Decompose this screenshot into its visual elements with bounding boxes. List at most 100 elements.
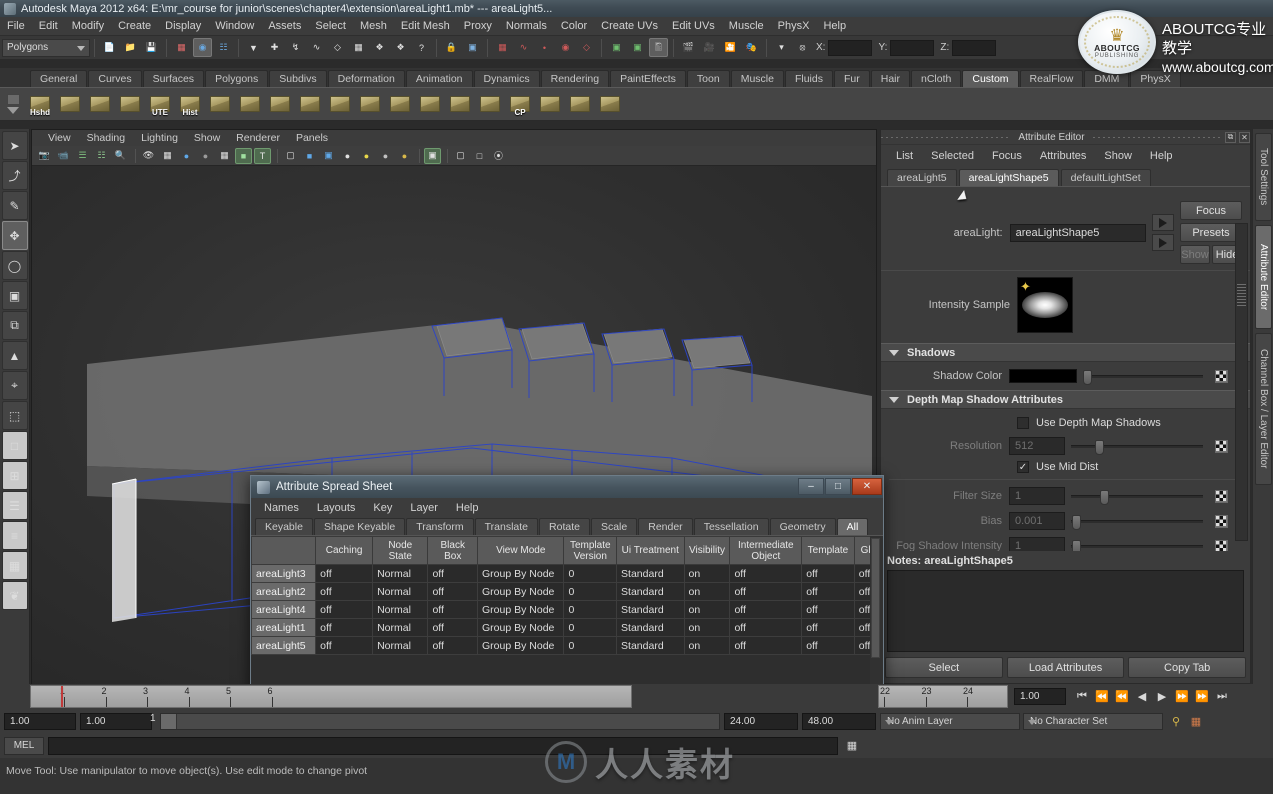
column-header-visibility[interactable]: Visibility <box>683 536 731 565</box>
two-d-pan-zoom-icon[interactable]: 🔍 <box>112 148 129 164</box>
table-cell[interactable]: Standard <box>616 636 685 655</box>
spreadsheet-tab-tessellation[interactable]: Tessellation <box>693 518 769 535</box>
menu-edit-uvs[interactable]: Edit UVs <box>665 18 722 35</box>
step-back-key-button[interactable]: ⏪ <box>1092 688 1112 706</box>
select-by-component-type-icon[interactable]: ☷ <box>214 38 233 57</box>
viewport-menu-panels[interactable]: Panels <box>288 132 336 144</box>
table-cell[interactable]: 0 <box>563 618 618 637</box>
coord-x-input[interactable] <box>828 39 873 56</box>
snap-to-view-planes-icon[interactable]: ◇ <box>577 38 596 57</box>
table-cell[interactable]: off <box>729 600 803 619</box>
snap-to-point-icon[interactable]: • <box>535 38 554 57</box>
table-cell[interactable]: off <box>427 564 478 583</box>
ute-shelf-icon[interactable]: UTE <box>146 90 174 118</box>
spreadsheet-tab-rotate[interactable]: Rotate <box>539 518 590 535</box>
auto-key-button[interactable]: ⚲ <box>1166 712 1186 730</box>
show-button[interactable]: Show <box>1180 245 1210 264</box>
spreadsheet-tab-shape-keyable[interactable]: Shape Keyable <box>313 518 406 535</box>
fog-shadow-intensity-map-button[interactable] <box>1215 539 1228 551</box>
ae-tab-arealight5[interactable]: areaLight5 <box>887 169 957 186</box>
select-by-object-type-icon[interactable]: ◉ <box>193 38 212 57</box>
vtab-tool-settings[interactable]: Tool Settings <box>1255 133 1272 221</box>
hist-shelf-icon[interactable]: Hist <box>176 90 204 118</box>
table-cell[interactable]: off <box>315 564 374 583</box>
column-header-row[interactable] <box>251 536 317 565</box>
menu-physx[interactable]: PhysX <box>771 18 817 35</box>
component-mask-misc-icon[interactable]: ❖ <box>391 38 410 57</box>
vtab-channel-box-layer-editor[interactable]: Channel Box / Layer Editor <box>1255 333 1272 485</box>
poly-delete-shelf-icon[interactable] <box>416 90 444 118</box>
shelf-tab-subdivs[interactable]: Subdivs <box>269 70 327 87</box>
construction-history-off-icon[interactable]: ▣ <box>628 38 647 57</box>
shelf-tab-realflow[interactable]: RealFlow <box>1019 70 1084 87</box>
column-header-caching[interactable]: Caching <box>315 536 374 565</box>
menu-display[interactable]: Display <box>158 18 208 35</box>
snap-to-curve-icon[interactable]: ∿ <box>514 38 533 57</box>
table-cell[interactable]: 0 <box>563 564 618 583</box>
table-cell[interactable]: off <box>801 600 855 619</box>
ae-menu-attributes[interactable]: Attributes <box>1031 150 1095 162</box>
menu-normals[interactable]: Normals <box>499 18 554 35</box>
hshd-shelf-icon[interactable]: Hshd <box>26 90 54 118</box>
table-cell[interactable]: on <box>683 618 731 637</box>
bias-input[interactable]: 0.001 <box>1009 512 1065 530</box>
table-cell[interactable]: Standard <box>616 618 685 637</box>
menu-help[interactable]: Help <box>816 18 853 35</box>
go-to-end-button[interactable]: ⏭ <box>1212 688 1232 706</box>
snap-to-projected-center-icon[interactable]: ◉ <box>556 38 575 57</box>
poly-append-shelf-icon[interactable] <box>86 90 114 118</box>
poly-crease-shelf-icon[interactable] <box>116 90 144 118</box>
resolution-input[interactable]: 512 <box>1009 437 1065 455</box>
menu-proxy[interactable]: Proxy <box>457 18 499 35</box>
animation-preferences-button[interactable]: ▦ <box>1186 712 1206 730</box>
poly-duplicate-shelf-icon[interactable] <box>446 90 474 118</box>
menu-window[interactable]: Window <box>208 18 261 35</box>
minimize-button[interactable]: – <box>798 478 824 495</box>
component-mask-points-icon[interactable]: ✚ <box>265 38 284 57</box>
column-header-view-mode[interactable]: View Mode <box>476 536 565 565</box>
spreadsheet-tab-all[interactable]: All <box>836 518 869 535</box>
resolution-map-button[interactable] <box>1215 439 1228 453</box>
coord-z-input[interactable] <box>952 39 997 56</box>
menu-select[interactable]: Select <box>308 18 353 35</box>
cp-shelf-icon[interactable]: CP <box>506 90 534 118</box>
shelf-tab-surfaces[interactable]: Surfaces <box>142 70 205 87</box>
table-cell[interactable]: off <box>801 582 855 601</box>
resolution-slider[interactable] <box>1071 439 1203 455</box>
play-backwards-button[interactable]: ◀ <box>1132 688 1152 706</box>
poly-detach-shelf-icon[interactable] <box>596 90 624 118</box>
select-tool[interactable]: ➤ <box>1 131 28 160</box>
spreadsheet-tab-geometry[interactable]: Geometry <box>769 518 836 535</box>
menu-edit[interactable]: Edit <box>32 18 65 35</box>
spreadsheet-tab-transform[interactable]: Transform <box>406 518 474 535</box>
shelf-tab-polygons[interactable]: Polygons <box>205 70 269 87</box>
undock-icon[interactable]: ⧉ <box>1225 131 1236 143</box>
range-handle[interactable] <box>161 713 177 729</box>
shelf-tab-custom[interactable]: Custom <box>962 70 1019 87</box>
poly-split-shelf-icon[interactable] <box>296 90 324 118</box>
table-row[interactable]: areaLight5 off Normal off Group By Node 0 Stan… <box>251 636 883 655</box>
scrollbar-thumb[interactable] <box>871 538 880 658</box>
select-node-arrow-icon[interactable] <box>1152 214 1174 231</box>
ae-tab-defaultlightset[interactable]: defaultLightSet <box>1060 169 1151 186</box>
render-current-frame-icon[interactable]: 🖺 <box>649 38 668 57</box>
row-header[interactable]: areaLight4 <box>251 600 317 619</box>
row-header[interactable]: areaLight2 <box>251 582 317 601</box>
table-cell[interactable]: off <box>315 636 374 655</box>
poly-smooth-shelf-icon[interactable] <box>266 90 294 118</box>
shelf-tab-animation[interactable]: Animation <box>405 70 473 87</box>
column-header-template-version[interactable]: Template Version <box>563 536 618 565</box>
table-cell[interactable]: Group By Node <box>476 618 565 637</box>
menu-create-uvs[interactable]: Create UVs <box>594 18 665 35</box>
table-cell[interactable]: on <box>683 600 731 619</box>
soft-modification-tool[interactable]: ▲ <box>1 341 28 370</box>
poly-cube-shelf-icon[interactable] <box>56 90 84 118</box>
outliner-persp-layout[interactable]: ☰ <box>1 491 28 520</box>
table-cell[interactable]: 0 <box>563 582 618 601</box>
poly-flip-shelf-icon[interactable] <box>536 90 564 118</box>
table-cell[interactable]: Normal <box>372 636 429 655</box>
table-cell[interactable]: off <box>801 618 855 637</box>
ae-tab-arealightshape5[interactable]: areaLightShape5 <box>958 169 1059 186</box>
menu-create[interactable]: Create <box>111 18 158 35</box>
wireframe-shading-icon[interactable]: ▢ <box>282 148 299 164</box>
